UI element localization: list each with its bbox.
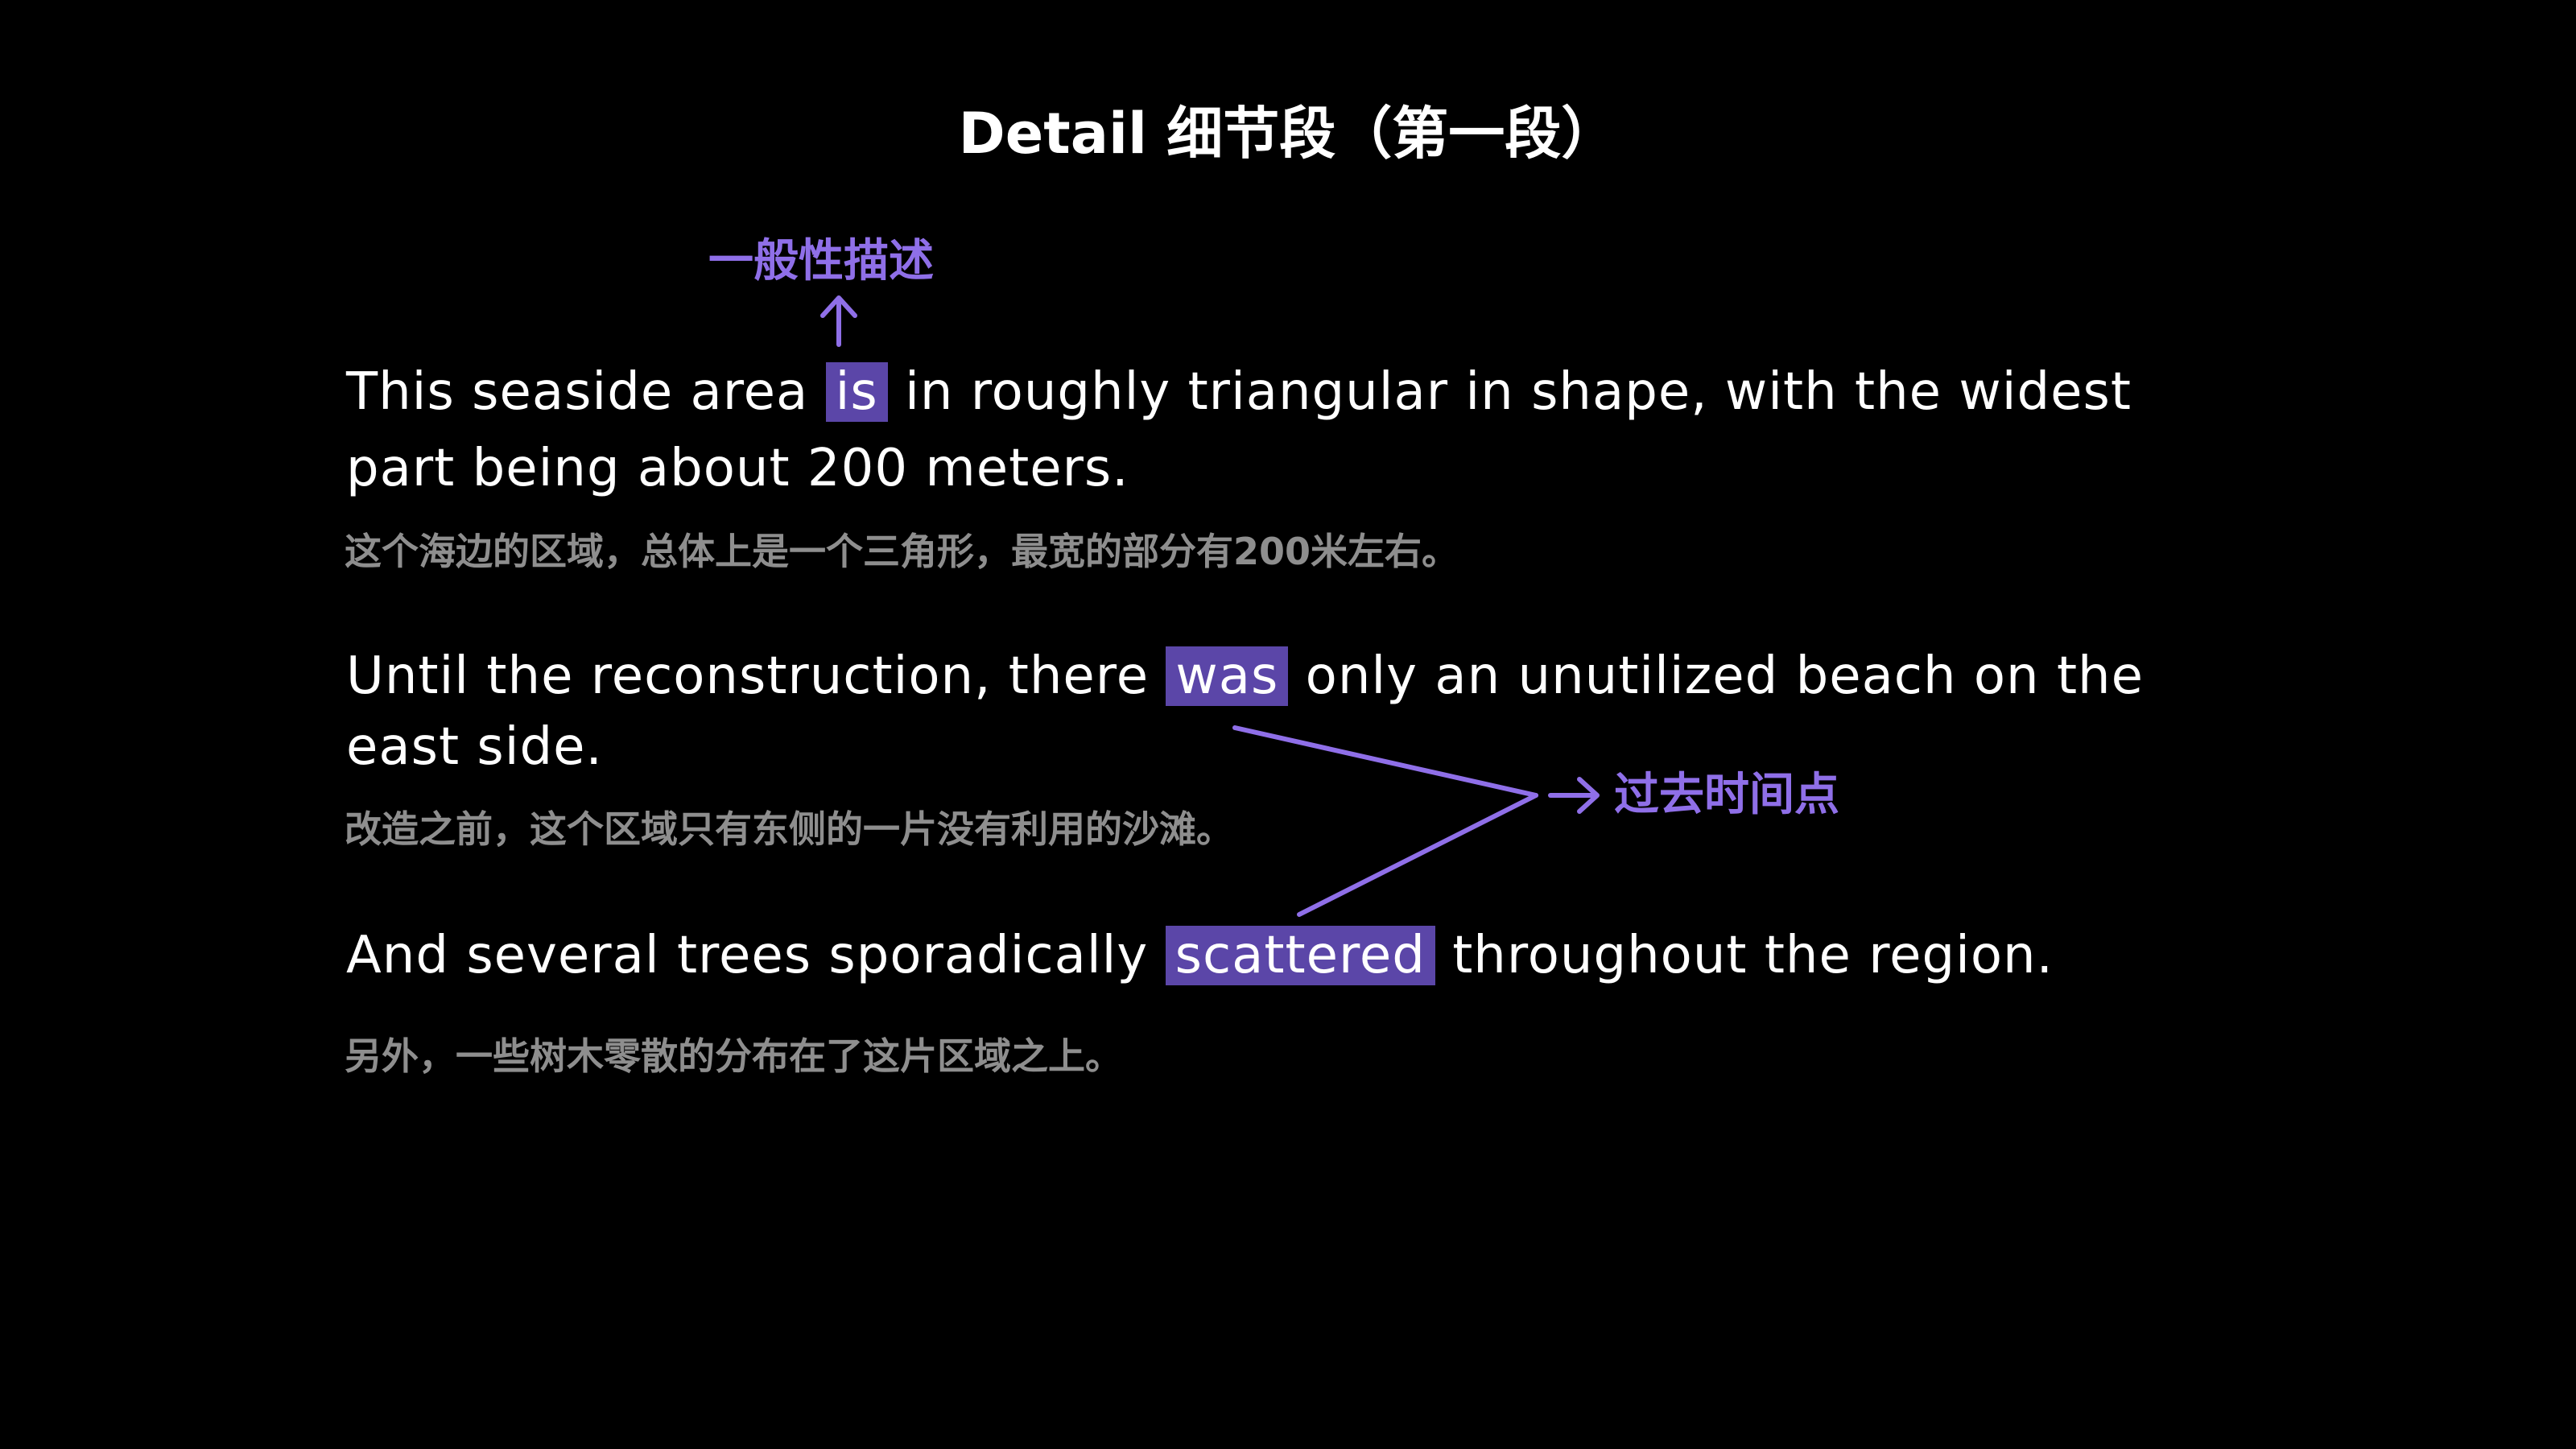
sentence-3-translation: 另外，一些树木零散的分布在了这片区域之上。 bbox=[345, 1034, 1122, 1078]
sentence-2-translation: 改造之前，这个区域只有东侧的一片没有利用的沙滩。 bbox=[345, 807, 1233, 851]
page-title: Detail 细节段（第一段） bbox=[958, 101, 1618, 167]
sentence-2-text-after: only an unutilized beach on the bbox=[1288, 646, 2144, 706]
sentence-3-text-before: And several trees sporadically bbox=[346, 926, 1166, 985]
sentence-1-text-after: in roughly triangular in shape, with the… bbox=[887, 362, 2132, 422]
sentence-3-text-after: throughout the region. bbox=[1435, 926, 2054, 985]
sentence-1-translation: 这个海边的区域，总体上是一个三角形，最宽的部分有200米左右。 bbox=[345, 530, 1459, 573]
right-arrow-icon bbox=[1548, 777, 1600, 814]
sentence-2-highlight: was bbox=[1166, 646, 1289, 706]
sentence-1-highlight: is bbox=[825, 362, 888, 422]
sentence-2-line-2: east side. bbox=[346, 717, 603, 777]
sentence-3-highlight: scattered bbox=[1165, 926, 1435, 985]
annotation-general-description: 一般性描述 bbox=[708, 235, 934, 287]
sentence-1-text-before: This seaside area bbox=[346, 362, 826, 422]
sentence-1-line-1: This seaside area is in roughly triangul… bbox=[346, 354, 2132, 430]
sentence-3-line-1: And several trees sporadically scattered… bbox=[346, 918, 2054, 993]
sentence-1-line-2: part being about 200 meters. bbox=[346, 439, 1129, 498]
sentence-2-text-before: Until the reconstruction, there bbox=[346, 646, 1166, 706]
converging-connector bbox=[1232, 725, 1538, 917]
up-arrow-icon bbox=[820, 295, 857, 347]
sentence-2-line-1: Until the reconstruction, there was only… bbox=[346, 638, 2144, 714]
annotation-past-time-point: 过去时间点 bbox=[1614, 769, 1839, 821]
